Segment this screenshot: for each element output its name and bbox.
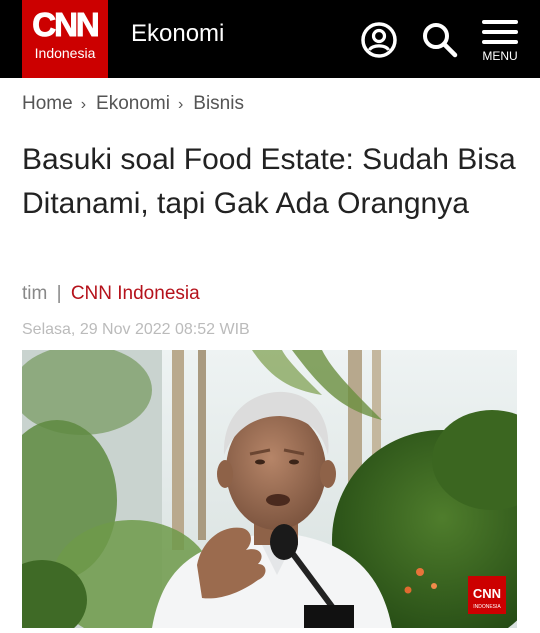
breadcrumb-bisnis[interactable]: Bisnis: [193, 93, 244, 114]
menu-label: MENU: [482, 49, 518, 63]
breadcrumb-separator: ›: [177, 96, 184, 113]
article-byline: tim | CNN Indonesia: [22, 282, 200, 306]
breadcrumb: Home › Ekonomi › Bisnis: [22, 92, 244, 117]
source-link[interactable]: CNN Indonesia: [71, 283, 200, 304]
article-photo[interactable]: CNN INDONESIA: [22, 350, 517, 628]
user-icon: [361, 22, 397, 58]
author: tim: [22, 283, 48, 304]
photo-illustration: CNN INDONESIA: [22, 350, 517, 628]
publish-date: Selasa, 29 Nov 2022 08:52 WIB: [22, 321, 250, 338]
watermark-text: CNN: [473, 586, 501, 601]
search-button[interactable]: [420, 20, 460, 60]
menu-button[interactable]: MENU: [474, 20, 526, 68]
user-account-button[interactable]: [359, 20, 399, 60]
logo-subtitle: Indonesia: [34, 45, 96, 61]
article-headline: Basuki soal Food Estate: Sudah Bisa Dita…: [22, 143, 516, 220]
top-navigation-bar: CNN Indonesia Ekonomi MENU: [0, 0, 540, 78]
watermark-subtext: INDONESIA: [473, 604, 501, 610]
search-icon: [423, 23, 458, 58]
cnn-indonesia-logo[interactable]: CNN Indonesia: [22, 0, 108, 78]
breadcrumb-separator: ›: [80, 96, 87, 113]
breadcrumb-home[interactable]: Home: [22, 93, 73, 114]
logo-mark: CNN: [32, 6, 101, 44]
section-title[interactable]: Ekonomi: [131, 20, 224, 48]
menu-icon: [474, 20, 526, 44]
breadcrumb-ekonomi[interactable]: Ekonomi: [96, 93, 170, 114]
byline-separator: |: [56, 283, 62, 304]
